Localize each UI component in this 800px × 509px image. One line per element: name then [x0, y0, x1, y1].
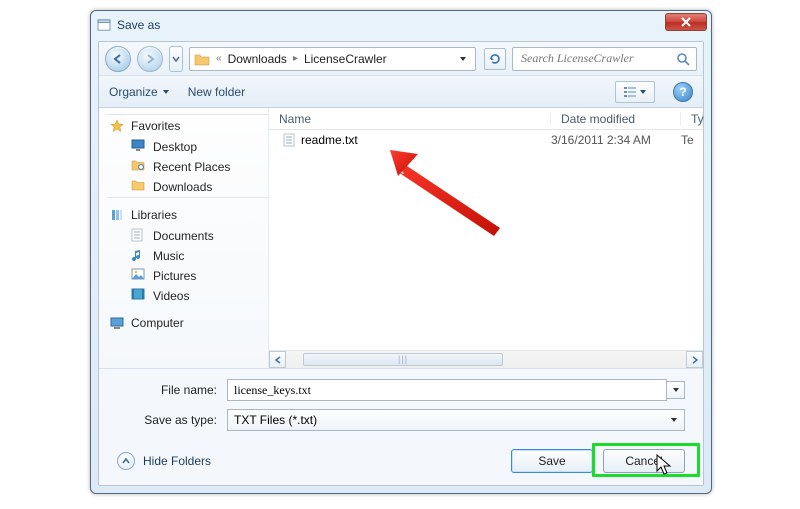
- folder-downloads-icon: [131, 179, 147, 195]
- navpane-recent-places[interactable]: Recent Places: [107, 157, 268, 177]
- navpane-item-label: Music: [153, 249, 184, 263]
- list-view-icon: [623, 86, 637, 98]
- save-button-label: Save: [538, 454, 565, 468]
- computer-icon: [109, 315, 125, 331]
- save-as-dialog: Save as: [90, 10, 712, 494]
- toolbar-organize-label: Organize: [109, 85, 158, 99]
- file-row[interactable]: readme.txt 3/16/2011 2:34 AM Te: [269, 130, 703, 150]
- filename-dropdown[interactable]: [667, 381, 685, 399]
- search-icon: [676, 52, 690, 66]
- col-header-date[interactable]: Date modified: [551, 112, 681, 126]
- nav-history-dropdown[interactable]: [169, 46, 183, 72]
- hide-folders-label: Hide Folders: [143, 454, 211, 468]
- navpane-item-label: Recent Places: [153, 160, 230, 174]
- music-icon: [131, 248, 147, 264]
- file-list-header[interactable]: Name Date modified Ty: [269, 108, 703, 130]
- navpane-videos[interactable]: Videos: [107, 286, 268, 306]
- navpane-item-label: Documents: [153, 229, 214, 243]
- col-header-name[interactable]: Name: [269, 112, 551, 126]
- documents-icon: [131, 228, 147, 244]
- scroll-right-button[interactable]: [686, 351, 703, 368]
- refresh-icon: [488, 52, 502, 66]
- toolbar-help-button[interactable]: ?: [673, 82, 693, 102]
- titlebar[interactable]: Save as: [91, 11, 711, 39]
- folder-recent-icon: [131, 159, 147, 175]
- chevron-down-icon: [672, 386, 680, 394]
- chevron-right-icon: [691, 356, 699, 364]
- chevron-down-icon: [162, 88, 170, 96]
- toolbar-new-folder[interactable]: New folder: [188, 85, 245, 99]
- libraries-icon: [109, 207, 125, 223]
- hide-folders-toggle[interactable]: Hide Folders: [117, 452, 211, 470]
- help-icon: ?: [679, 85, 686, 99]
- pictures-icon: [131, 268, 147, 284]
- nav-pane[interactable]: Favorites Desktop Recent P: [99, 108, 269, 368]
- chevron-down-icon: [639, 88, 647, 96]
- toolbar-view-button[interactable]: [615, 81, 655, 103]
- refresh-button[interactable]: [484, 48, 506, 70]
- breadcrumb-level1[interactable]: Downloads: [226, 52, 289, 66]
- navpane-music[interactable]: Music: [107, 246, 268, 266]
- address-dropdown[interactable]: [455, 55, 471, 63]
- toolbar-organize[interactable]: Organize: [109, 85, 170, 99]
- close-icon: [680, 17, 692, 27]
- navpane-computer-label: Computer: [131, 316, 184, 330]
- star-icon: [109, 118, 125, 134]
- search-input[interactable]: [519, 50, 672, 67]
- file-date: 3/16/2011 2:34 AM: [551, 133, 681, 147]
- file-name: readme.txt: [301, 133, 358, 147]
- horizontal-scrollbar[interactable]: [269, 350, 703, 368]
- col-header-type[interactable]: Ty: [681, 112, 703, 126]
- navpane-pictures[interactable]: Pictures: [107, 266, 268, 286]
- filename-input[interactable]: [227, 379, 667, 401]
- chevron-down-icon: [670, 416, 678, 424]
- window-title: Save as: [117, 18, 160, 32]
- desktop-icon: [131, 139, 147, 155]
- cancel-button-label: Cancel: [625, 454, 662, 468]
- navpane-item-label: Videos: [153, 289, 189, 303]
- scroll-thumb[interactable]: [303, 353, 503, 366]
- search-box[interactable]: [512, 47, 697, 71]
- scroll-track[interactable]: [286, 351, 686, 368]
- address-bar[interactable]: « Downloads ▸ LicenseCrawler: [189, 47, 476, 71]
- navpane-downloads[interactable]: Downloads: [107, 177, 268, 197]
- toolbar-new-folder-label: New folder: [188, 85, 245, 99]
- navpane-item-label: Pictures: [153, 269, 196, 283]
- folder-icon: [194, 52, 210, 66]
- chevron-right-icon: ▸: [293, 53, 298, 64]
- saveastype-label: Save as type:: [117, 413, 227, 427]
- saveastype-value: TXT Files (*.txt): [234, 413, 317, 427]
- navpane-computer[interactable]: Computer: [107, 312, 268, 334]
- filename-label: File name:: [117, 383, 227, 397]
- chevron-down-icon: [459, 55, 467, 63]
- close-button[interactable]: [665, 13, 707, 31]
- saveastype-select[interactable]: TXT Files (*.txt): [227, 409, 685, 431]
- forward-button[interactable]: [137, 46, 163, 72]
- navpane-documents[interactable]: Documents: [107, 226, 268, 246]
- back-button[interactable]: [105, 46, 131, 72]
- scroll-left-button[interactable]: [269, 351, 286, 368]
- save-button[interactable]: Save: [511, 449, 593, 473]
- file-type: Te: [681, 133, 703, 147]
- breadcrumb-separator: «: [216, 53, 222, 64]
- cancel-button[interactable]: Cancel: [603, 449, 685, 473]
- chevron-up-icon: [117, 452, 135, 470]
- navpane-favorites[interactable]: Favorites: [107, 115, 268, 137]
- navpane-item-label: Downloads: [153, 180, 212, 194]
- window-icon: [97, 19, 111, 31]
- navpane-favorites-label: Favorites: [131, 119, 180, 133]
- navpane-desktop[interactable]: Desktop: [107, 137, 268, 157]
- navpane-item-label: Desktop: [153, 140, 197, 154]
- chevron-down-icon: [172, 55, 180, 63]
- arrow-right-icon: [144, 53, 156, 65]
- chevron-left-icon: [274, 356, 282, 364]
- navpane-libraries[interactable]: Libraries: [107, 204, 268, 226]
- file-list[interactable]: readme.txt 3/16/2011 2:34 AM Te: [269, 130, 703, 350]
- arrow-left-icon: [112, 53, 124, 65]
- videos-icon: [131, 288, 147, 304]
- breadcrumb-level2[interactable]: LicenseCrawler: [302, 52, 389, 66]
- navpane-libraries-label: Libraries: [131, 208, 177, 222]
- text-file-icon: [283, 133, 295, 147]
